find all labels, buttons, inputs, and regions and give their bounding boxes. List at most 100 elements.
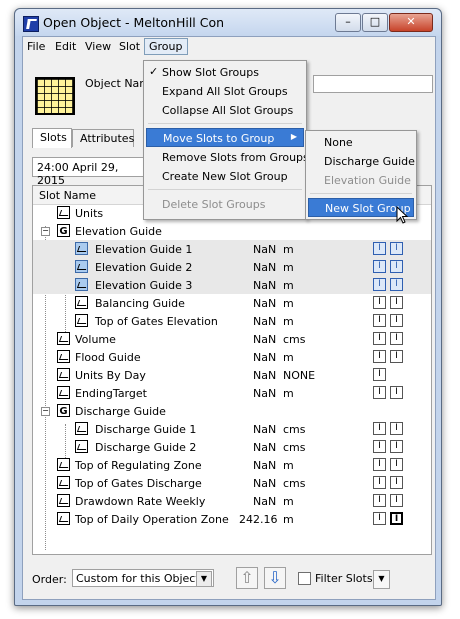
slot-name: Elevation Guide — [75, 225, 162, 238]
slot-value: NaN — [253, 297, 277, 310]
flag-icon: I — [390, 314, 403, 327]
menu-file[interactable]: File — [27, 40, 45, 53]
footer-bar: Order: Custom for this Object ▼ ⇧ ⇩ Filt… — [32, 567, 430, 591]
slot-name: Flood Guide — [75, 351, 141, 364]
slot-row[interactable]: Top of Regulating Zone NaN m I I — [33, 456, 431, 474]
flag-icon: I — [373, 314, 386, 327]
tab-attributes[interactable]: Attributes — [72, 129, 134, 147]
flag-icon: I — [373, 458, 386, 471]
tab-slots[interactable]: Slots — [32, 128, 72, 148]
slot-group-row[interactable]: − G Elevation Guide — [33, 222, 431, 240]
slot-name: Discharge Guide 2 — [95, 441, 197, 454]
chevron-down-icon[interactable]: ▼ — [196, 571, 212, 587]
title-bar: Open Object - MeltonHill Con – □ ✕ — [15, 9, 441, 36]
slot-name: Top of Daily Operation Zone — [75, 513, 229, 526]
slot-row[interactable]: EndingTarget NaN m I I — [33, 384, 431, 402]
series-slot-icon — [75, 422, 88, 435]
menu-item-create-new-group[interactable]: Create New Slot Group — [146, 167, 304, 186]
slot-row[interactable]: Flood Guide NaN m I I — [33, 348, 431, 366]
app-icon — [23, 16, 39, 32]
menu-item-expand-all[interactable]: Expand All Slot Groups — [146, 82, 304, 101]
minimize-button[interactable]: – — [335, 13, 361, 32]
menu-view[interactable]: View — [85, 40, 111, 53]
slot-unit: m — [283, 351, 294, 364]
slot-unit: cms — [283, 441, 306, 454]
slot-row[interactable]: Elevation Guide 2 NaN m I I — [33, 258, 431, 276]
slot-unit: m — [283, 513, 294, 526]
slot-row[interactable]: Discharge Guide 1 NaN cms I I — [33, 420, 431, 438]
down-arrow-icon[interactable]: ⇩ — [264, 567, 286, 589]
submenu-item-none[interactable]: None — [308, 133, 414, 152]
series-slot-icon — [75, 260, 88, 273]
menu-item-show-slot-groups[interactable]: ✓ Show Slot Groups — [146, 63, 304, 82]
slot-value: NaN — [253, 315, 277, 328]
menu-item-move-slots-to-group[interactable]: Move Slots to Group ▶ — [146, 128, 304, 147]
slot-row[interactable]: Elevation Guide 1 NaN m I I — [33, 240, 431, 258]
slot-row[interactable]: Units By Day NaN NONE I — [33, 366, 431, 384]
submenu-arrow-icon: ▶ — [290, 132, 297, 141]
slot-row[interactable]: Volume NaN cms I I — [33, 330, 431, 348]
slot-name: Drawdown Rate Weekly — [75, 495, 206, 508]
slot-unit: cms — [283, 423, 306, 436]
slot-group-row[interactable]: − G Discharge Guide — [33, 402, 431, 420]
flag-icon: I — [390, 494, 403, 507]
flag-icon: I — [373, 350, 386, 363]
flag-icon: I — [390, 476, 403, 489]
close-button[interactable]: ✕ — [389, 13, 433, 32]
slot-row[interactable]: Top of Daily Operation Zone 242.16 m I I — [33, 510, 431, 528]
filter-slots-label: Filter Slots — [315, 572, 373, 585]
flag-icon: I — [373, 332, 386, 345]
flag-icon: I — [390, 440, 403, 453]
flag-icon: I — [373, 494, 386, 507]
filter-slots-checkbox[interactable] — [298, 572, 311, 585]
flag-icon: I — [390, 386, 403, 399]
flag-icon: I — [373, 422, 386, 435]
submenu-item-discharge-guide[interactable]: Discharge Guide — [308, 152, 415, 171]
menu-group[interactable]: Group — [144, 38, 188, 55]
menu-separator — [148, 189, 302, 190]
menu-separator — [310, 193, 412, 194]
slot-unit: m — [283, 495, 294, 508]
slot-row[interactable]: Top of Gates Elevation NaN m I I — [33, 312, 431, 330]
menu-edit[interactable]: Edit — [55, 40, 76, 53]
menu-slot[interactable]: Slot — [119, 40, 140, 53]
flag-icon: I — [373, 278, 386, 291]
slot-value: 242.16 — [239, 513, 278, 526]
slot-name: Elevation Guide 1 — [95, 243, 193, 256]
slot-value: NaN — [253, 243, 277, 256]
timestep-date[interactable]: 24:00 April 29, 2015 — [32, 157, 152, 187]
slot-row[interactable]: Elevation Guide 3 NaN m I I — [33, 276, 431, 294]
flag-icon: I — [373, 260, 386, 273]
series-slot-icon — [75, 314, 88, 327]
series-slot-icon — [57, 512, 70, 525]
slot-row[interactable]: Top of Gates Discharge NaN cms I I — [33, 474, 431, 492]
flag-icon: I — [373, 440, 386, 453]
slot-row[interactable]: Balancing Guide NaN m I I — [33, 294, 431, 312]
up-arrow-icon[interactable]: ⇧ — [236, 567, 258, 589]
mouse-pointer-icon — [396, 206, 409, 224]
slot-unit: NONE — [283, 369, 316, 382]
flag-icon: I — [373, 476, 386, 489]
slot-name: Top of Gates Discharge — [75, 477, 202, 490]
order-select[interactable]: Custom for this Object ▼ — [72, 569, 214, 587]
slot-unit: m — [283, 243, 294, 256]
group-icon: G — [57, 404, 70, 417]
flag-icon: I — [390, 350, 403, 363]
slot-row[interactable]: Drawdown Rate Weekly NaN m I I — [33, 492, 431, 510]
menu-item-remove-slots[interactable]: Remove Slots from Groups — [146, 148, 309, 167]
slot-value: NaN — [253, 477, 277, 490]
object-name-field[interactable] — [313, 75, 433, 93]
order-label: Order: — [32, 573, 67, 586]
series-slot-icon — [57, 350, 70, 363]
maximize-button[interactable]: □ — [362, 13, 388, 32]
series-slot-icon — [57, 368, 70, 381]
slot-row[interactable]: Discharge Guide 2 NaN cms I I — [33, 438, 431, 456]
menu-item-collapse-all[interactable]: Collapse All Slot Groups — [146, 101, 304, 120]
filter-options-button[interactable]: ▼ — [373, 570, 390, 589]
series-slot-icon — [75, 296, 88, 309]
slot-unit: m — [283, 315, 294, 328]
collapse-icon[interactable]: − — [41, 407, 50, 416]
series-slot-icon — [57, 476, 70, 489]
checkmark-icon: ✓ — [149, 65, 159, 78]
collapse-icon[interactable]: − — [41, 227, 50, 236]
